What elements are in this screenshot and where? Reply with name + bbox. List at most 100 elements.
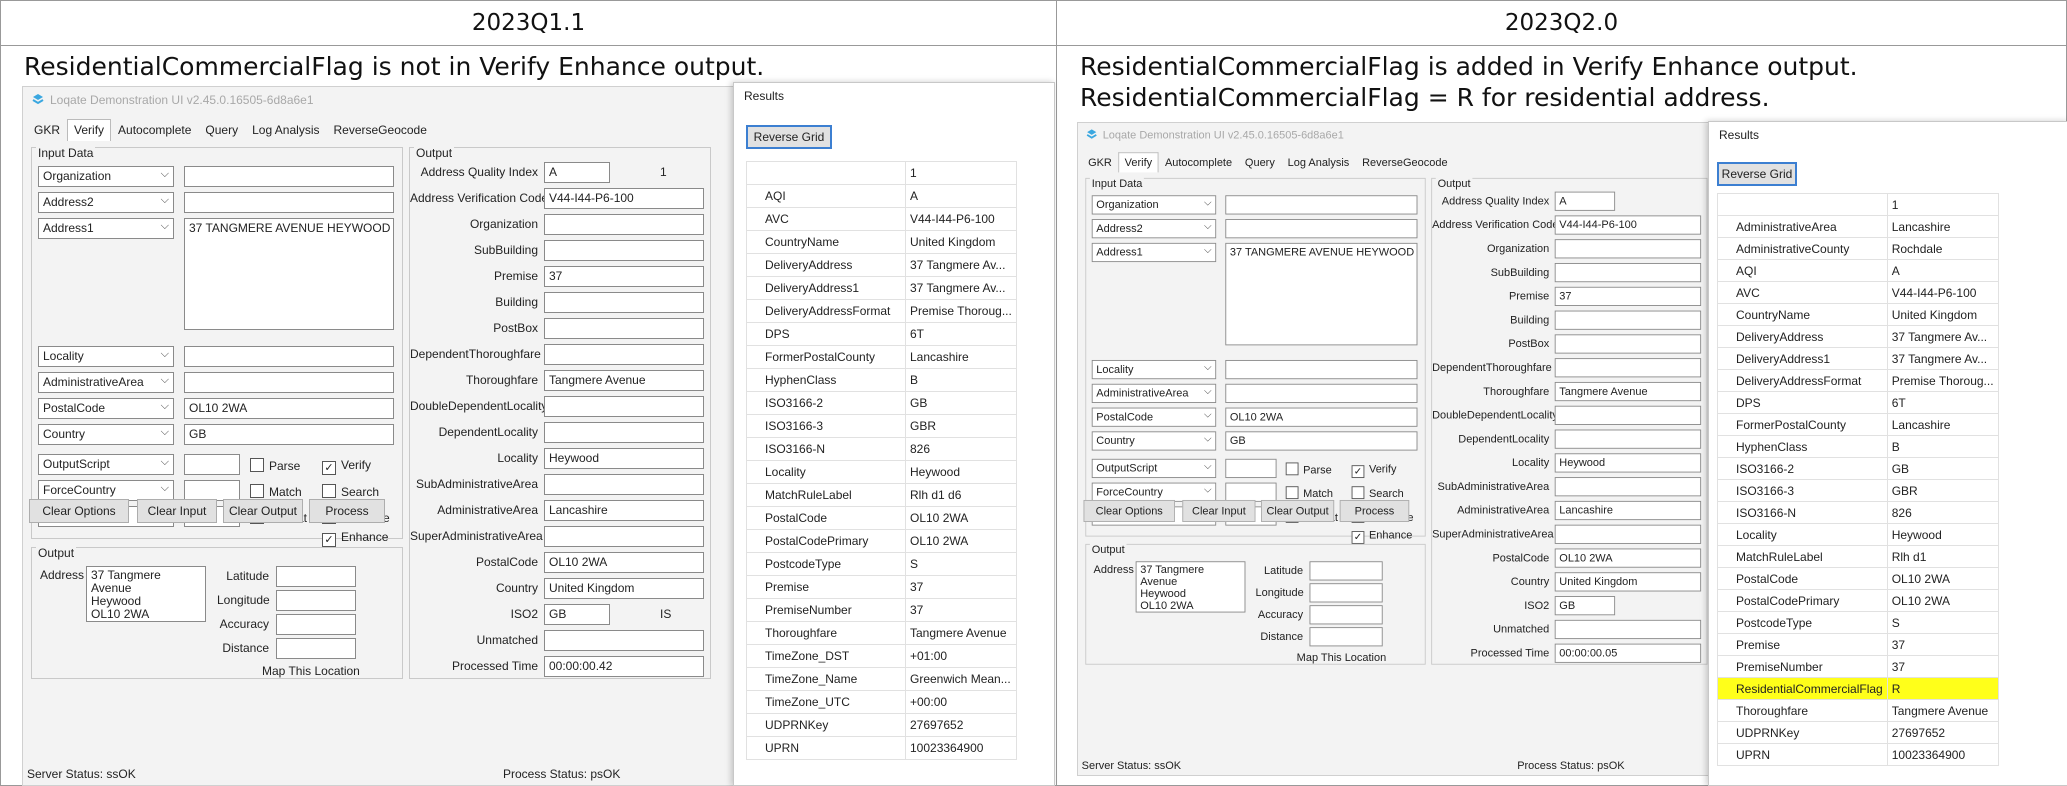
enhance-checkbox[interactable]: ✓ Enhance <box>322 530 388 547</box>
field-select[interactable]: PostalCode ⌵ <box>1091 407 1217 427</box>
result-row[interactable]: PremiseNumber 37 <box>746 598 1017 622</box>
verify-checkbox[interactable]: ✓ Verify <box>1351 462 1396 479</box>
result-row[interactable]: Thoroughfare Tangmere Avenue <box>1717 699 1999 722</box>
result-row[interactable]: PostalCode OL10 2WA <box>746 506 1017 530</box>
result-row[interactable]: TimeZone_DST +01:00 <box>746 644 1017 668</box>
result-row[interactable]: PostalCodePrimary OL10 2WA <box>1717 589 1999 612</box>
field-select[interactable]: Country ⌵ <box>1091 431 1217 451</box>
distance-output[interactable] <box>1309 627 1383 647</box>
tab-gkr[interactable]: GKR <box>27 119 67 141</box>
result-row[interactable]: AVC V44-I44-P6-100 <box>746 207 1017 231</box>
result-row[interactable]: DeliveryAddress1 37 Tangmere Av... <box>1717 347 1999 370</box>
match-checkbox[interactable]: Match <box>1285 486 1333 500</box>
tab-reversegeocode[interactable]: ReverseGeocode <box>1356 152 1454 172</box>
field-select[interactable]: OutputScript ⌵ <box>38 454 174 475</box>
field-value-input[interactable]: 37 TANGMERE AVENUE HEYWOOD <box>1225 242 1418 346</box>
tab-gkr[interactable]: GKR <box>1082 152 1119 172</box>
output-field-value[interactable] <box>544 318 704 339</box>
result-row[interactable]: MatchRuleLabel Rlh d1 d6 <box>746 483 1017 507</box>
result-row[interactable]: DPS 6T <box>746 322 1017 346</box>
tab-verify[interactable]: Verify <box>1118 152 1159 173</box>
tab-reversegeocode[interactable]: ReverseGeocode <box>327 119 434 141</box>
field-select[interactable]: Locality ⌵ <box>38 346 174 367</box>
result-row[interactable]: DeliveryAddress1 37 Tangmere Av... <box>746 276 1017 300</box>
field-value-input[interactable]: 37 TANGMERE AVENUE HEYWOOD <box>184 218 394 330</box>
result-row[interactable]: ISO3166-N 826 <box>746 437 1017 461</box>
output-field-value[interactable]: Lancashire <box>544 500 704 521</box>
result-row[interactable]: HyphenClass B <box>1717 435 1999 458</box>
tab-query[interactable]: Query <box>1239 152 1282 172</box>
output-field-value[interactable] <box>544 214 704 235</box>
output-field-value[interactable] <box>1554 358 1702 378</box>
result-row[interactable]: CountryName United Kingdom <box>1717 303 1999 326</box>
result-row[interactable]: Premise 37 <box>746 575 1017 599</box>
result-row[interactable]: PostalCode OL10 2WA <box>1717 567 1999 590</box>
output-field-value[interactable] <box>544 240 704 261</box>
field-select[interactable]: PostalCode ⌵ <box>38 398 174 419</box>
output-field-value[interactable] <box>1554 310 1702 330</box>
clear-output-button[interactable]: Clear Output <box>223 499 303 523</box>
result-row[interactable]: AdministrativeCounty Rochdale <box>1717 237 1999 260</box>
clear-options-button[interactable]: Clear Options <box>29 499 129 523</box>
accuracy-output[interactable] <box>1309 605 1383 625</box>
output-field-value[interactable] <box>544 474 704 495</box>
field-value-input[interactable] <box>1225 219 1418 239</box>
result-row[interactable]: PostalCodePrimary OL10 2WA <box>746 529 1017 553</box>
result-row[interactable]: Locality Heywood <box>1717 523 1999 546</box>
latitude-output[interactable] <box>1309 561 1383 581</box>
result-row[interactable]: TimeZone_UTC +00:00 <box>746 690 1017 714</box>
result-row[interactable]: ISO3166-2 GB <box>1717 457 1999 480</box>
accuracy-output[interactable] <box>276 614 356 635</box>
address-output[interactable]: 37 Tangmere Avenue Heywood OL10 2WA <box>86 566 206 622</box>
output-field-value[interactable] <box>544 630 704 651</box>
result-row[interactable]: DPS 6T <box>1717 391 1999 414</box>
result-row[interactable]: UDPRNKey 27697652 <box>746 713 1017 737</box>
output-field-value[interactable]: 00:00:00.05 <box>1554 643 1702 663</box>
reverse-grid-button[interactable]: Reverse Grid <box>1717 162 1797 186</box>
result-row[interactable]: DeliveryAddressFormat Premise Thoroug... <box>1717 369 1999 392</box>
output-field-value[interactable]: OL10 2WA <box>1554 548 1702 568</box>
result-row[interactable]: CountryName United Kingdom <box>746 230 1017 254</box>
output-field-value[interactable] <box>1554 262 1702 283</box>
result-row[interactable]: AdministrativeArea Lancashire <box>1717 215 1999 238</box>
tab-verify[interactable]: Verify <box>67 119 112 141</box>
field-select[interactable]: Locality ⌵ <box>1091 359 1217 380</box>
clear-options-button[interactable]: Clear Options <box>1083 499 1175 522</box>
field-select[interactable]: ForceCountry ⌵ <box>1091 482 1217 502</box>
longitude-output[interactable] <box>1309 583 1383 603</box>
field-value-input[interactable] <box>1225 383 1418 403</box>
result-row[interactable]: AVC V44-I44-P6-100 <box>1717 281 1999 304</box>
output-field-value[interactable]: OL10 2WA <box>544 552 704 573</box>
field-select[interactable]: Address2 ⌵ <box>38 192 174 213</box>
output-field-value[interactable]: V44-I44-P6-100 <box>544 188 704 209</box>
parse-checkbox[interactable]: Parse <box>1285 462 1332 476</box>
result-row[interactable]: Premise 37 <box>1717 633 1999 656</box>
longitude-output[interactable] <box>276 590 356 611</box>
output-field-value[interactable] <box>544 422 704 443</box>
output-field-value[interactable] <box>1554 334 1702 354</box>
output-field-value[interactable]: A <box>544 162 610 183</box>
process-button[interactable]: Process <box>1339 499 1410 522</box>
output-field-value[interactable]: GB <box>1554 596 1616 616</box>
output-field-value[interactable]: Lancashire <box>1554 500 1702 521</box>
result-row[interactable]: Thoroughfare Tangmere Avenue <box>746 621 1017 645</box>
output-field-value[interactable]: United Kingdom <box>1554 572 1702 592</box>
field-value-input[interactable] <box>1225 458 1277 479</box>
output-field-value[interactable]: GB <box>544 604 610 625</box>
field-value-input[interactable] <box>184 372 394 393</box>
result-row[interactable]: UDPRNKey 27697652 <box>1717 721 1999 744</box>
output-field-value[interactable] <box>1554 239 1702 259</box>
field-value-input[interactable] <box>1225 359 1418 380</box>
result-row[interactable]: UPRN 10023364900 <box>1717 743 1999 766</box>
clear-output-button[interactable]: Clear Output <box>1261 499 1335 522</box>
field-value-input[interactable]: OL10 2WA <box>1225 407 1418 427</box>
verify-checkbox[interactable]: ✓ Verify <box>322 458 371 475</box>
address-output[interactable]: 37 Tangmere Avenue Heywood OL10 2WA <box>1135 561 1246 613</box>
result-row[interactable]: DeliveryAddress 37 Tangmere Av... <box>746 253 1017 277</box>
output-field-value[interactable] <box>544 396 704 417</box>
output-field-value[interactable]: Tangmere Avenue <box>544 370 704 391</box>
tab-query[interactable]: Query <box>198 119 245 141</box>
field-value-input[interactable]: OL10 2WA <box>184 398 394 419</box>
highlighted-result-row[interactable]: ResidentialCommercialFlag R <box>1717 677 1999 700</box>
result-row[interactable]: ISO3166-3 GBR <box>1717 479 1999 502</box>
